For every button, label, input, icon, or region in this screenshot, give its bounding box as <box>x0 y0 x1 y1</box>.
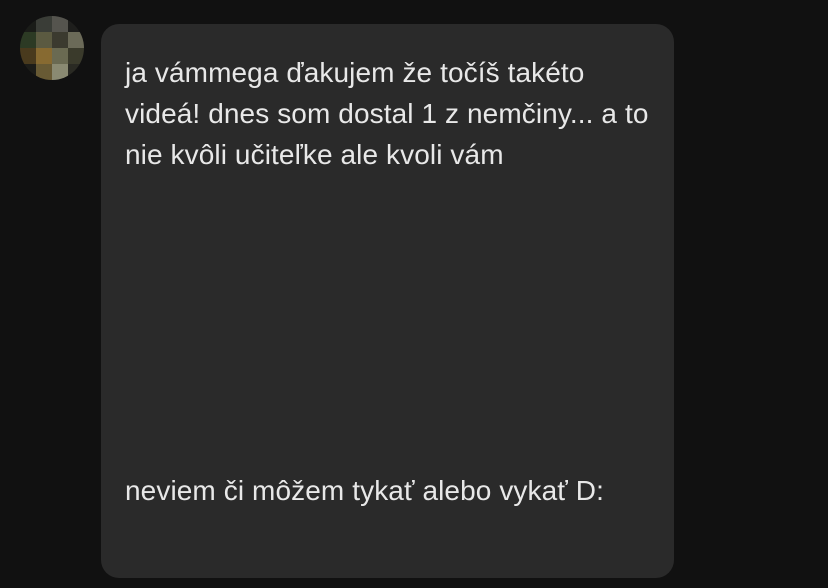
avatar-pixel <box>68 64 84 80</box>
avatar-pixel <box>68 32 84 48</box>
comment-text-paragraph-1: ja vámmega ďakujem že točíš takéto videá… <box>125 57 649 170</box>
avatar-pixel <box>20 48 36 64</box>
avatar-pixel <box>68 48 84 64</box>
avatar-pixel <box>36 32 52 48</box>
avatar-pixel <box>52 48 68 64</box>
avatar-pixel <box>36 48 52 64</box>
avatar-pixel <box>68 16 84 32</box>
comment-bubble: ja vámmega ďakujem že točíš takéto videá… <box>101 24 674 578</box>
avatar-pixel <box>52 16 68 32</box>
avatar-pixel <box>20 16 36 32</box>
avatar-pixel <box>36 64 52 80</box>
avatar-pixel <box>20 32 36 48</box>
comment-text-paragraph-2: neviem či môžem tykať alebo vykať D: <box>125 475 604 506</box>
avatar-pixel <box>52 32 68 48</box>
avatar[interactable] <box>20 16 84 80</box>
avatar-pixel <box>52 64 68 80</box>
avatar-pixel <box>36 16 52 32</box>
avatar-pixel <box>20 64 36 80</box>
